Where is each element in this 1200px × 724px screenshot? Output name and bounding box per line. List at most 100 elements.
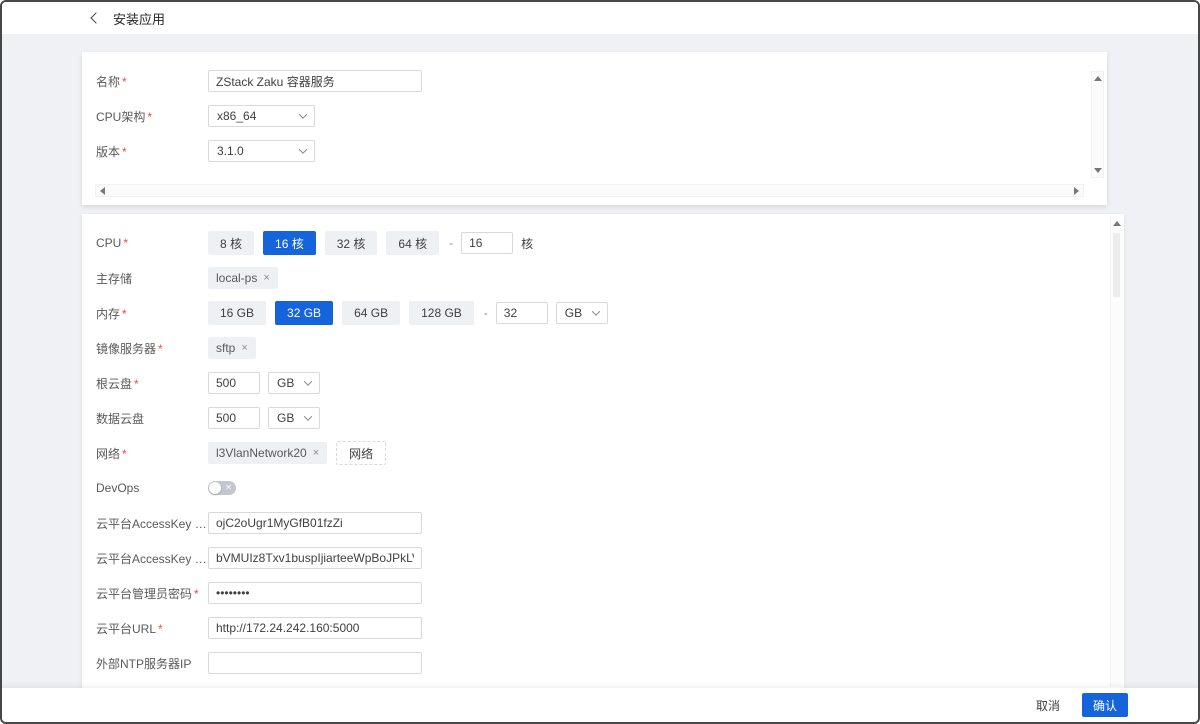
primary-storage-tag: local-ps × [208, 267, 278, 289]
cpu-arch-row: CPU架构* x86_64 [96, 105, 1107, 127]
devops-label: DevOps [96, 481, 208, 495]
memory-option-16gb[interactable]: 16 GB [208, 301, 266, 325]
primary-storage-row: 主存储 local-ps × [96, 266, 1124, 290]
required-asterisk: * [122, 307, 127, 321]
network-tag: l3VlanNetwork20 × [208, 442, 327, 464]
root-disk-unit-value: GB [277, 376, 294, 390]
memory-option-64gb[interactable]: 64 GB [342, 301, 400, 325]
cancel-button[interactable]: 取消 [1036, 697, 1060, 714]
scroll-up-icon[interactable] [1113, 221, 1121, 226]
version-row: 版本* 3.1.0 [96, 140, 1107, 162]
network-label: 网络* [96, 445, 208, 462]
ntp-server-label: 外部NTP服务器IP [96, 655, 208, 672]
cpu-option-32[interactable]: 32 核 [325, 231, 378, 255]
panel1-horizontal-scrollbar[interactable] [95, 184, 1084, 197]
cpu-row: CPU* 8 核 16 核 32 核 64 核 - 核 [96, 231, 1124, 255]
cpu-custom-input[interactable] [461, 232, 513, 254]
platform-url-row: 云平台URL* [96, 616, 1124, 640]
image-server-tag: sftp × [208, 337, 256, 359]
access-key-id-input[interactable] [208, 512, 422, 534]
scroll-right-icon[interactable] [1074, 187, 1079, 195]
required-asterisk: * [158, 622, 163, 636]
data-disk-label: 数据云盘 [96, 410, 208, 427]
required-asterisk: * [122, 447, 127, 461]
image-server-label: 镜像服务器* [96, 340, 208, 357]
cpu-option-8[interactable]: 8 核 [208, 231, 254, 255]
remove-tag-icon[interactable]: × [241, 343, 247, 354]
panel2-vertical-scrollbar[interactable] [1110, 217, 1122, 687]
access-key-secret-row: 云平台AccessKey Secr... [96, 546, 1124, 570]
admin-password-label: 云平台管理员密码* [96, 585, 208, 602]
required-asterisk: * [122, 75, 127, 89]
required-asterisk: * [158, 342, 163, 356]
memory-label: 内存* [96, 305, 208, 322]
memory-row: 内存* 16 GB 32 GB 64 GB 128 GB - GB [96, 301, 1124, 325]
range-dash: - [449, 236, 453, 250]
platform-url-label: 云平台URL* [96, 620, 208, 637]
cpu-arch-label: CPU架构* [96, 108, 208, 125]
tag-text: l3VlanNetwork20 [216, 446, 307, 460]
version-label: 版本* [96, 143, 208, 160]
cpu-label: CPU* [96, 236, 208, 250]
tag-text: sftp [216, 341, 235, 355]
data-disk-unit-select[interactable]: GB [268, 407, 320, 429]
admin-password-row: 云平台管理员密码* [96, 581, 1124, 605]
name-row: 名称* [96, 70, 1107, 92]
root-disk-unit-select[interactable]: GB [268, 372, 320, 394]
access-key-secret-input[interactable] [208, 547, 422, 569]
confirm-button[interactable]: 确认 [1082, 693, 1128, 717]
cpu-arch-value: x86_64 [217, 109, 256, 123]
range-dash: - [484, 306, 488, 320]
install-app-dialog: 安装应用 名称* CPU架构* x86_64 版本* 3.1.0 [0, 0, 1200, 724]
platform-url-input[interactable] [208, 617, 422, 639]
devops-toggle-off[interactable]: ✕ [208, 481, 236, 495]
chevron-down-icon [304, 377, 312, 385]
data-disk-size-input[interactable] [208, 407, 260, 429]
ntp-server-row: 外部NTP服务器IP [96, 651, 1124, 675]
required-asterisk: * [134, 377, 139, 391]
chevron-down-icon [299, 110, 307, 118]
name-input[interactable] [208, 70, 422, 92]
admin-password-input[interactable] [208, 582, 422, 604]
scrollbar-thumb[interactable] [1113, 233, 1120, 297]
cpu-option-16-selected[interactable]: 16 核 [263, 231, 316, 255]
cpu-option-64[interactable]: 64 核 [386, 231, 439, 255]
required-asterisk: * [194, 587, 199, 601]
network-row: 网络* l3VlanNetwork20 × 网络 [96, 441, 1124, 465]
ntp-server-input[interactable] [208, 652, 422, 674]
memory-custom-input[interactable] [496, 302, 548, 324]
back-icon[interactable] [90, 12, 101, 23]
cpu-unit-label: 核 [521, 235, 533, 252]
memory-option-128gb[interactable]: 128 GB [409, 301, 474, 325]
version-select[interactable]: 3.1.0 [208, 140, 315, 162]
toggle-knob [209, 482, 221, 494]
required-asterisk: * [123, 236, 128, 250]
cpu-arch-select[interactable]: x86_64 [208, 105, 315, 127]
page-title: 安装应用 [113, 9, 165, 28]
toggle-off-icon: ✕ [225, 484, 232, 492]
data-disk-unit-value: GB [277, 411, 294, 425]
access-key-id-label: 云平台AccessKey ID* [96, 515, 208, 532]
remove-tag-icon[interactable]: × [263, 273, 269, 284]
panel1-vertical-scrollbar[interactable] [1091, 71, 1104, 178]
name-label: 名称* [96, 73, 208, 90]
basic-info-panel: 名称* CPU架构* x86_64 版本* 3.1.0 [82, 52, 1107, 205]
remove-tag-icon[interactable]: × [313, 448, 319, 459]
memory-unit-value: GB [565, 306, 582, 320]
chevron-down-icon [304, 412, 312, 420]
add-network-button[interactable]: 网络 [336, 441, 386, 465]
root-disk-size-input[interactable] [208, 372, 260, 394]
data-disk-row: 数据云盘 GB [96, 406, 1124, 430]
chevron-down-icon [592, 307, 600, 315]
access-key-secret-label: 云平台AccessKey Secr... [96, 550, 208, 567]
memory-unit-select[interactable]: GB [556, 302, 608, 324]
dialog-footer: 取消 确认 [2, 688, 1198, 722]
root-disk-row: 根云盘* GB [96, 371, 1124, 395]
devops-row: DevOps ✕ [96, 476, 1124, 500]
scroll-up-icon[interactable] [1094, 76, 1102, 81]
tag-text: local-ps [216, 271, 257, 285]
primary-storage-label: 主存储 [96, 270, 208, 287]
memory-option-32gb-selected[interactable]: 32 GB [275, 301, 333, 325]
scroll-left-icon[interactable] [100, 187, 105, 195]
scroll-down-icon[interactable] [1094, 168, 1102, 173]
